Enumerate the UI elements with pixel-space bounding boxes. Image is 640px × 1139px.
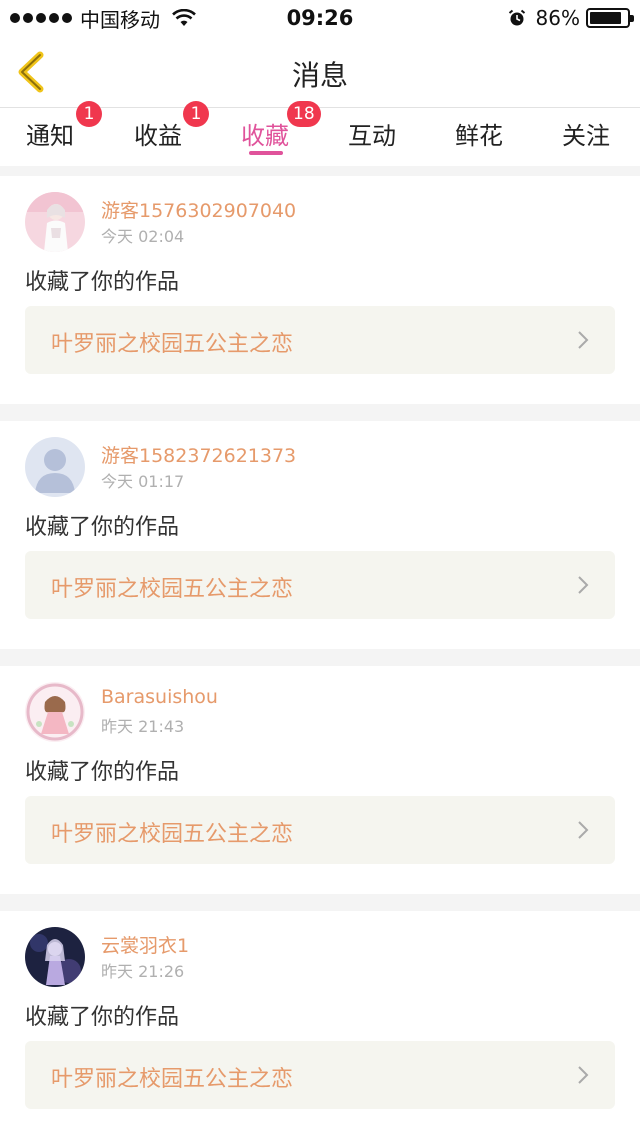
- tab-notifications[interactable]: 通知: [26, 116, 74, 151]
- work-title: 叶罗丽之校园五公主之恋: [51, 577, 294, 602]
- action-text: 收藏了你的作品: [25, 515, 180, 540]
- work-title: 叶罗丽之校园五公主之恋: [51, 822, 294, 847]
- favorite-notification-card: 云裳羽衣1 昨天 21:26 收藏了你的作品 叶罗丽之校园五公主之恋: [0, 911, 640, 1139]
- username[interactable]: 游客1582372621373: [101, 441, 296, 468]
- page-title: 消息: [291, 59, 348, 92]
- username[interactable]: 游客1576302907040: [101, 196, 296, 223]
- chevron-right-icon: [578, 821, 589, 839]
- alarm-clock-icon: [508, 9, 525, 26]
- work-link[interactable]: 叶罗丽之校园五公主之恋: [25, 1041, 615, 1109]
- battery-percentage: 86%: [535, 6, 580, 30]
- action-text: 收藏了你的作品: [25, 270, 180, 295]
- work-title: 叶罗丽之校园五公主之恋: [51, 1067, 294, 1092]
- tab-interactions[interactable]: 互动: [348, 116, 396, 151]
- timestamp: 昨天 21:26: [101, 962, 185, 981]
- chevron-right-icon: [578, 576, 589, 594]
- tab-flowers[interactable]: 鲜花: [455, 116, 503, 151]
- tab-earnings[interactable]: 收益: [134, 116, 182, 151]
- avatar[interactable]: [25, 437, 85, 497]
- work-link[interactable]: 叶罗丽之校园五公主之恋: [25, 306, 615, 374]
- active-tab-indicator: [249, 151, 283, 155]
- nav-bar: 消息: [0, 36, 640, 108]
- work-link[interactable]: 叶罗丽之校园五公主之恋: [25, 796, 615, 864]
- action-text: 收藏了你的作品: [25, 1005, 180, 1030]
- timestamp: 今天 02:04: [101, 227, 185, 246]
- timestamp: 今天 01:17: [101, 472, 185, 491]
- chevron-right-icon: [578, 331, 589, 349]
- tab-earnings-badge: 1: [183, 101, 209, 127]
- status-right: 86%: [508, 6, 634, 30]
- tab-favorites[interactable]: 收藏: [241, 116, 289, 151]
- status-bar: 中国移动 09:26 86%: [0, 0, 640, 36]
- username[interactable]: 云裳羽衣1: [101, 931, 189, 958]
- chevron-right-icon: [578, 1066, 589, 1084]
- tab-notifications-badge: 1: [76, 101, 102, 127]
- work-title: 叶罗丽之校园五公主之恋: [51, 332, 294, 357]
- favorite-notification-card: 游客1576302907040 今天 02:04 收藏了你的作品 叶罗丽之校园五…: [0, 176, 640, 404]
- timestamp: 昨天 21:43: [101, 717, 185, 736]
- action-text: 收藏了你的作品: [25, 760, 180, 785]
- avatar[interactable]: [25, 927, 85, 987]
- battery-icon: [586, 8, 634, 28]
- username[interactable]: Barasuishou: [101, 686, 218, 708]
- avatar[interactable]: [25, 192, 85, 252]
- tab-bar: 通知 1 收益 1 收藏 18 互动 鲜花 关注: [0, 101, 640, 166]
- work-link[interactable]: 叶罗丽之校园五公主之恋: [25, 551, 615, 619]
- tab-favorites-badge: 18: [287, 101, 321, 127]
- favorite-notification-card: 游客1582372621373 今天 01:17 收藏了你的作品 叶罗丽之校园五…: [0, 421, 640, 649]
- tab-following[interactable]: 关注: [562, 116, 610, 151]
- avatar[interactable]: [25, 682, 85, 742]
- favorite-notification-card: Barasuishou 昨天 21:43 收藏了你的作品 叶罗丽之校园五公主之恋: [0, 666, 640, 894]
